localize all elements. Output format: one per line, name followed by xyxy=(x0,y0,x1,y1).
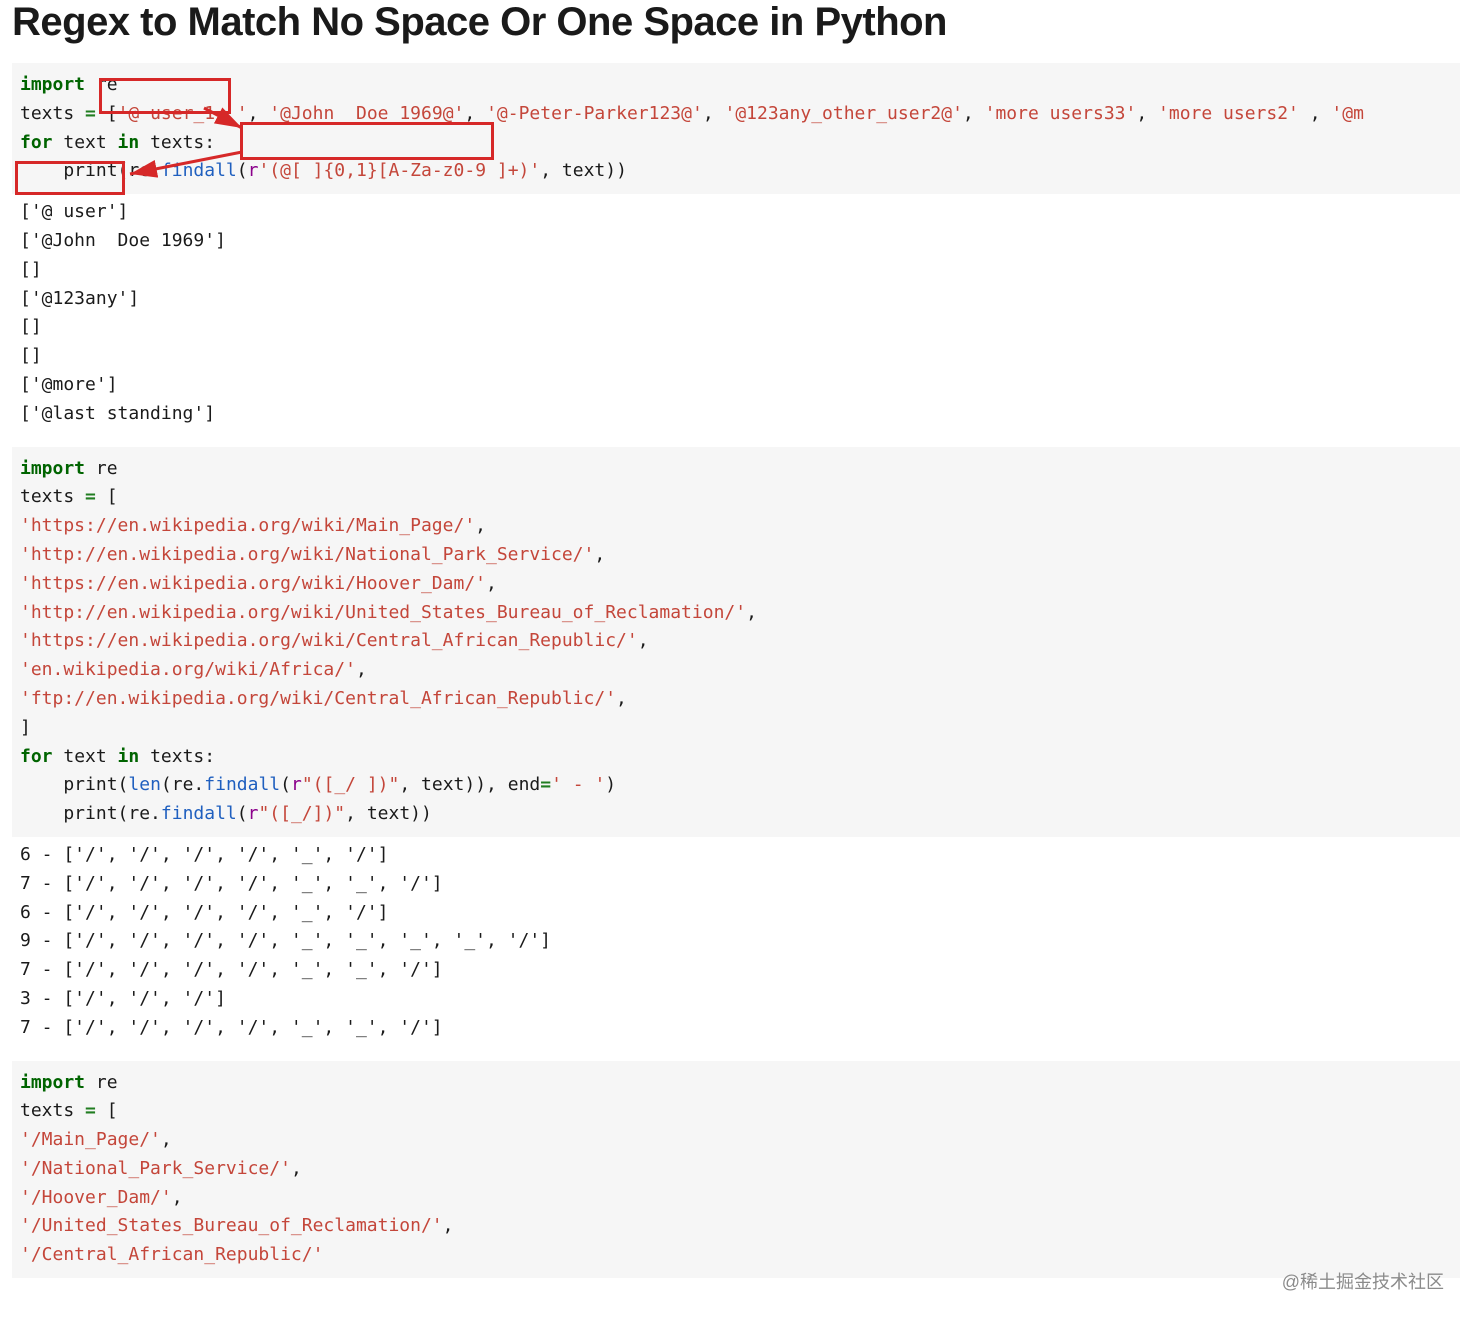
output-line: [] xyxy=(20,345,42,366)
output-line: 9 - ['/', '/', '/', '/', '_', '_', '_', … xyxy=(20,930,551,951)
output-line: 3 - ['/', '/', '/'] xyxy=(20,988,226,1009)
output-line: [] xyxy=(20,316,42,337)
output-line: ['@more'] xyxy=(20,374,118,395)
output-line: ['@last standing'] xyxy=(20,403,215,424)
page-title: Regex to Match No Space Or One Space in … xyxy=(12,0,1460,45)
output-line: 6 - ['/', '/', '/', '/', '_', '/'] xyxy=(20,844,388,865)
code-block-3: import re texts = [ '/Main_Page/', '/Nat… xyxy=(12,1061,1460,1279)
code-block-1: import re texts = ['@ user_1 ', '@John D… xyxy=(12,63,1460,194)
code-block-2: import re texts = [ 'https://en.wikipedi… xyxy=(12,447,1460,837)
fn-findall: findall xyxy=(161,160,237,181)
output-block-2: 6 - ['/', '/', '/', '/', '_', '/'] 7 - [… xyxy=(12,837,1460,1061)
output-line: 7 - ['/', '/', '/', '/', '_', '_', '/'] xyxy=(20,959,443,980)
output-block-1: ['@ user'] ['@John Doe 1969'] [] ['@123a… xyxy=(12,194,1460,446)
kw-for: for xyxy=(20,132,53,153)
output-line: [] xyxy=(20,259,42,280)
fn-len: len xyxy=(128,774,161,795)
output-line: 6 - ['/', '/', '/', '/', '_', '/'] xyxy=(20,902,388,923)
watermark: @稀土掘金技术社区 xyxy=(1282,1268,1444,1294)
output-line: ['@123any'] xyxy=(20,288,139,309)
regex-pattern-1: '(@[ ]{0,1}[A-Za-z0-9 ]+)' xyxy=(258,160,540,181)
output-line: 7 - ['/', '/', '/', '/', '_', '_', '/'] xyxy=(20,1017,443,1038)
output-line: 7 - ['/', '/', '/', '/', '_', '_', '/'] xyxy=(20,873,443,894)
output-line: ['@ user'] xyxy=(20,201,128,222)
output-line: ['@John Doe 1969'] xyxy=(20,230,226,251)
literal-user1: '@ user_1 ' xyxy=(118,103,248,124)
kw-in: in xyxy=(118,132,140,153)
kw-import: import xyxy=(20,74,85,95)
